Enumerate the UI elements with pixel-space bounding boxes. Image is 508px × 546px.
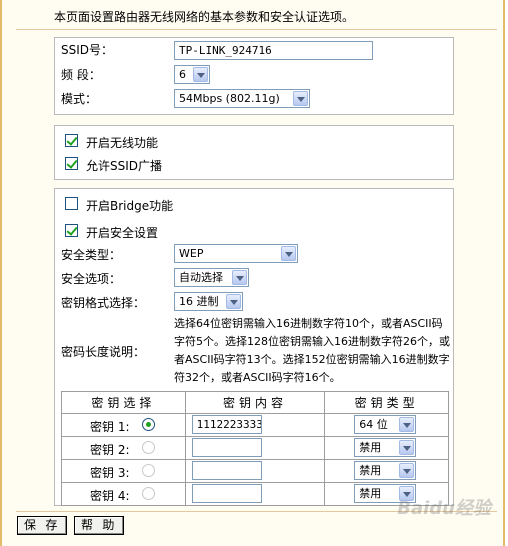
- keys-table: 密钥选择 密钥内容 密钥类型 密钥 1: 1112223333 64 位 密钥 …: [61, 391, 449, 506]
- key-3-input[interactable]: [191, 461, 262, 480]
- basic-settings-group: SSID号： TP-LINK_924716 频 段： 6 模式： 54Mbps …: [54, 37, 454, 115]
- key-1-label: 密钥 1:: [90, 420, 130, 434]
- key-3-type-select[interactable]: 禁用: [354, 461, 417, 480]
- chevron-down-icon: [193, 67, 208, 82]
- chevron-down-icon: [399, 417, 415, 432]
- key-3-label: 密钥 3:: [90, 466, 130, 480]
- table-row: 密钥 1: 1112223333 64 位: [61, 413, 449, 437]
- key-format-label: 密钥格式选择：: [61, 296, 146, 310]
- key-2-label: 密钥 2:: [90, 443, 130, 457]
- security-option-select[interactable]: 自动选择: [174, 268, 249, 287]
- keys-table-header: 密钥选择 密钥内容 密钥类型: [61, 391, 449, 414]
- bridge-label: 开启Bridge功能: [86, 199, 174, 213]
- help-button[interactable]: 帮 助: [74, 516, 125, 535]
- key-3-radio[interactable]: [142, 464, 155, 477]
- settings-panel: 本页面设置路由器无线网络的基本参数和安全认证选项。 SSID号： TP-LINK…: [0, 0, 505, 546]
- key-format-value: 16 进制: [179, 295, 219, 308]
- key-4-radio[interactable]: [142, 487, 155, 500]
- mode-value: 54Mbps (802.11g): [179, 92, 280, 105]
- security-settings-group: 开启Bridge功能 开启安全设置 安全类型： WEP 安全选项： 自动选择 密…: [54, 188, 454, 506]
- ssid-broadcast-label: 允许SSID广播: [86, 159, 163, 173]
- key-length-help: 选择64位密钥需输入16进制数字符10个，或者ASCII码字符5个。选择128位…: [174, 317, 450, 384]
- security-type-value: WEP: [179, 247, 204, 260]
- security-label: 开启安全设置: [86, 226, 159, 240]
- security-option-value: 自动选择: [179, 271, 223, 284]
- ssid-input[interactable]: TP-LINK_924716: [174, 41, 373, 60]
- table-row: 密钥 4: 禁用: [61, 482, 449, 506]
- channel-label: 频 段：: [61, 68, 101, 82]
- key-3-type-value: 禁用: [359, 464, 382, 477]
- key-2-type-value: 禁用: [359, 441, 382, 454]
- key-4-type-value: 禁用: [359, 487, 382, 500]
- ssid-broadcast-checkbox[interactable]: [65, 157, 78, 170]
- key-1-type-select[interactable]: 64 位: [354, 415, 417, 434]
- divider: [16, 29, 497, 30]
- key-1-type-value: 64 位: [359, 418, 388, 431]
- enable-wireless-checkbox[interactable]: [65, 134, 78, 147]
- header-key-select: 密钥选择: [61, 391, 186, 414]
- security-option-label: 安全选项：: [61, 272, 122, 286]
- key-2-radio[interactable]: [142, 441, 155, 454]
- chevron-down-icon: [399, 463, 415, 478]
- chevron-down-icon: [232, 270, 247, 285]
- enable-wireless-label: 开启无线功能: [86, 136, 159, 150]
- key-length-label: 密码长度说明：: [61, 345, 146, 359]
- page-description: 本页面设置路由器无线网络的基本参数和安全认证选项。: [54, 10, 355, 24]
- mode-label: 模式：: [61, 92, 98, 106]
- key-1-radio[interactable]: [142, 418, 155, 431]
- key-format-select[interactable]: 16 进制: [174, 292, 243, 311]
- channel-value: 6: [179, 68, 186, 81]
- wireless-toggle-group: 开启无线功能 允许SSID广播: [54, 125, 454, 180]
- chevron-down-icon: [281, 246, 296, 261]
- chevron-down-icon: [293, 91, 308, 106]
- ssid-label: SSID号：: [61, 43, 114, 57]
- chevron-down-icon: [399, 440, 415, 455]
- channel-select[interactable]: 6: [174, 65, 210, 84]
- key-2-input[interactable]: [191, 438, 262, 457]
- key-1-input[interactable]: 1112223333: [191, 415, 262, 434]
- table-row: 密钥 3: 禁用: [61, 459, 449, 483]
- save-button[interactable]: 保 存: [17, 516, 68, 535]
- chevron-down-icon: [226, 294, 241, 309]
- key-4-input[interactable]: [191, 484, 262, 503]
- header-key-type: 密钥类型: [324, 391, 449, 414]
- mode-select[interactable]: 54Mbps (802.11g): [174, 89, 310, 108]
- bridge-checkbox[interactable]: [65, 197, 78, 210]
- watermark: Baidu经验: [397, 498, 491, 519]
- header-key-content: 密钥内容: [184, 391, 326, 414]
- security-type-select[interactable]: WEP: [174, 244, 298, 263]
- key-2-type-select[interactable]: 禁用: [354, 438, 417, 457]
- table-row: 密钥 2: 禁用: [61, 436, 449, 460]
- security-type-label: 安全类型：: [61, 248, 122, 262]
- key-4-label: 密钥 4:: [90, 489, 130, 503]
- security-checkbox[interactable]: [65, 224, 78, 237]
